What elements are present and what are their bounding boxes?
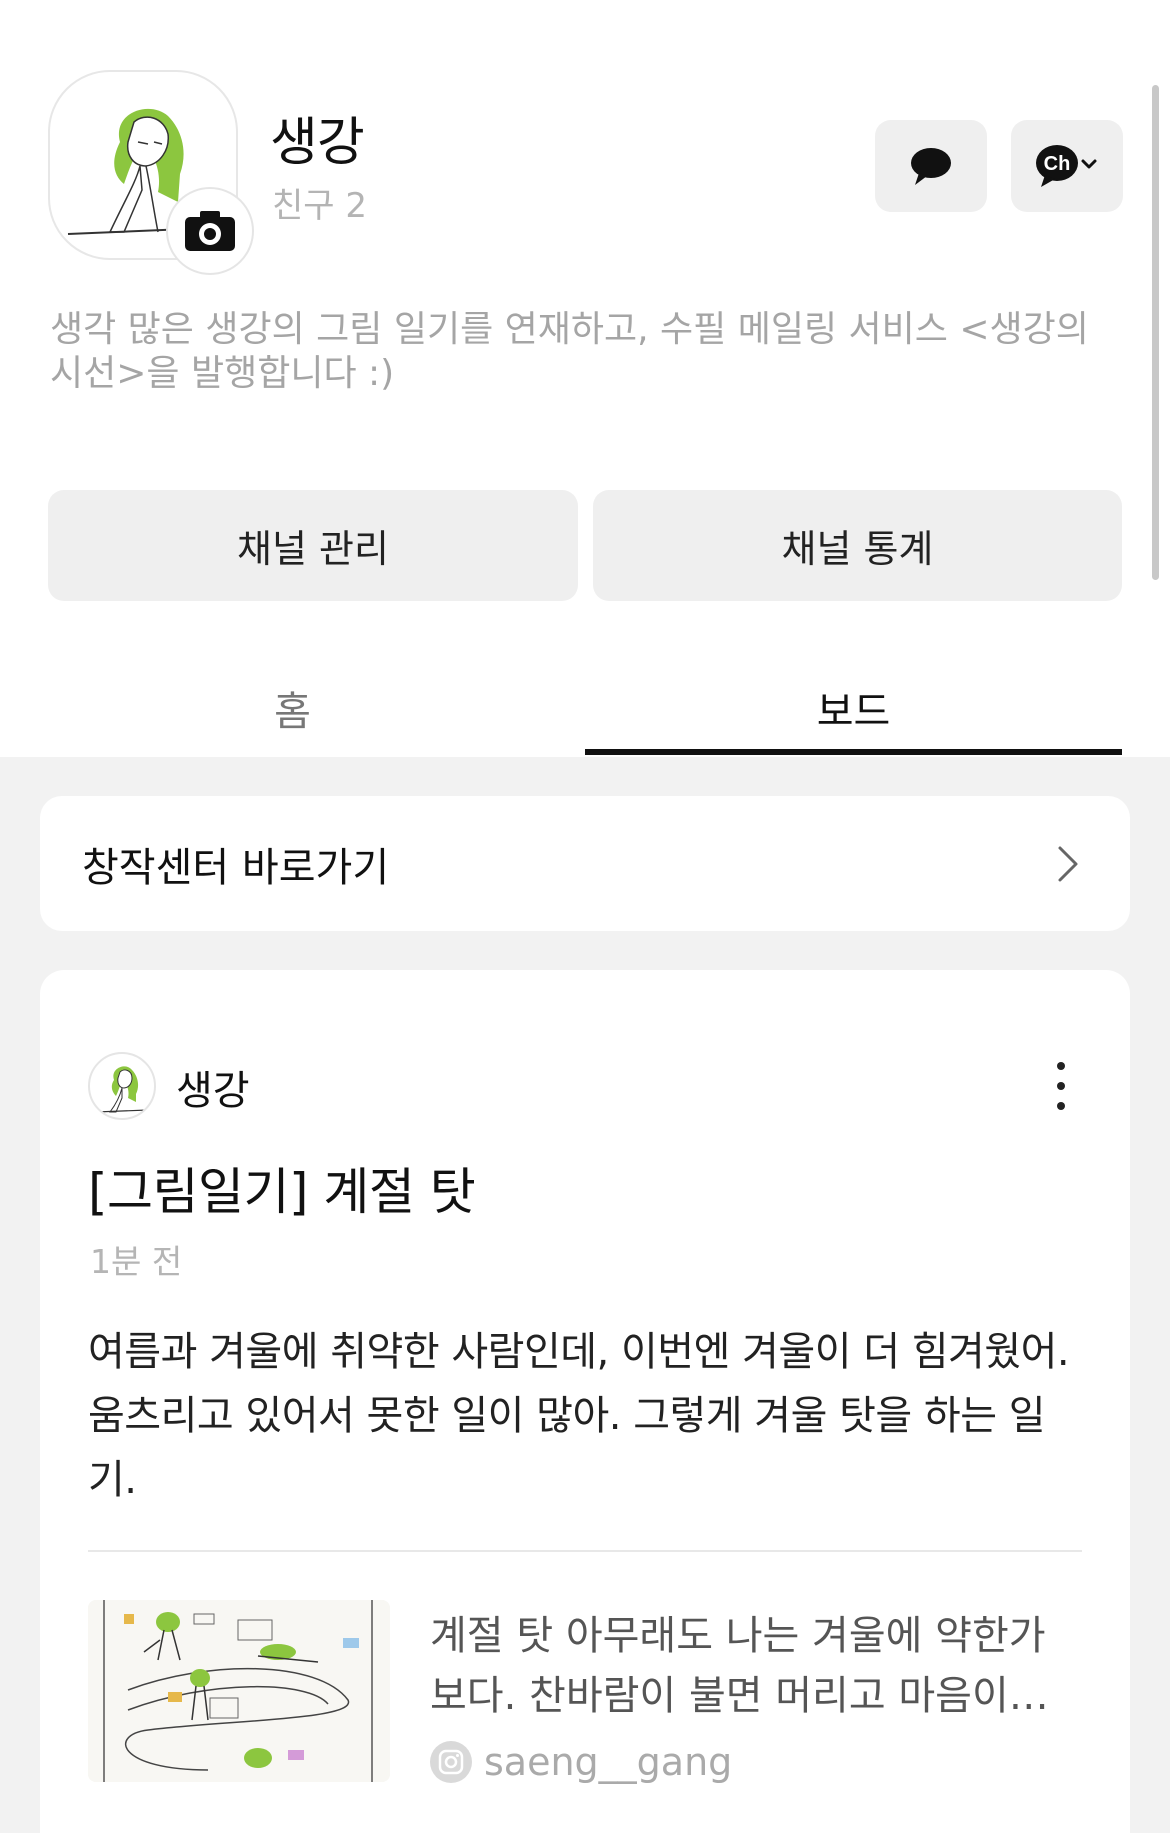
link-preview-line-2: 보다. 찬바람이 불면 머리고 마음이고…	[430, 1673, 1080, 1719]
tab-home[interactable]: 홈	[0, 660, 585, 755]
link-thumbnail[interactable]	[88, 1600, 390, 1782]
channel-stats-button[interactable]: 채널 통계	[593, 490, 1122, 601]
channel-description: 생각 많은 생강의 그림 일기를 연재하고, 수필 메일링 서비스 <생강의 시…	[50, 309, 1089, 394]
board-content: 창작센터 바로가기 생강 [그림일기] 계절 탓 1분 전 여름과 겨울에 취약…	[0, 757, 1170, 1833]
diary-illustration-image	[88, 1600, 390, 1782]
channel-ch-icon: Ch	[1036, 145, 1097, 187]
camera-button[interactable]	[166, 187, 254, 275]
channel-header: 생강 친구 2 Ch 생각 많은 생강의 그림 일기를 연재하고, 수필 메일링…	[0, 0, 1170, 757]
post-timestamp: 1분 전	[90, 1242, 183, 1281]
scrollbar[interactable]	[1152, 85, 1159, 580]
post-author-name[interactable]: 생강	[176, 1058, 250, 1116]
camera-icon	[185, 211, 235, 251]
more-options-icon[interactable]	[1050, 1062, 1072, 1110]
chat-button[interactable]	[875, 120, 987, 212]
active-tab-indicator	[585, 749, 1122, 755]
chevron-right-icon	[1058, 846, 1078, 881]
creator-center-label: 창작센터 바로가기	[82, 844, 390, 891]
creator-center-link[interactable]: 창작센터 바로가기	[40, 796, 1130, 931]
link-source-name: saeng__gang	[484, 1740, 733, 1784]
illustrated-avatar-icon	[95, 1066, 149, 1113]
chevron-down-icon	[1081, 159, 1097, 169]
divider	[88, 1550, 1082, 1552]
instagram-icon	[430, 1741, 472, 1783]
channel-manage-button[interactable]: 채널 관리	[48, 490, 578, 601]
post-title[interactable]: [그림일기] 계절 탓	[88, 1152, 476, 1224]
post-author-avatar[interactable]	[88, 1052, 156, 1120]
link-source[interactable]: saeng__gang	[430, 1740, 732, 1784]
link-preview-line-1: 계절 탓 아무래도 나는 겨울에 약한가	[430, 1613, 1046, 1659]
tab-board[interactable]: 보드	[585, 660, 1122, 755]
chat-bubble-icon	[911, 148, 951, 185]
channel-name: 생강	[270, 113, 365, 173]
channel-ch-label: Ch	[1044, 153, 1071, 175]
link-preview-text[interactable]: 계절 탓 아무래도 나는 겨울에 약한가 보다. 찬바람이 불면 머리고 마음이…	[430, 1606, 1080, 1726]
post-body: 여름과 겨울에 취약한 사람인데, 이번엔 겨울이 더 힘겨웠어. 움츠리고 있…	[88, 1329, 1070, 1503]
friend-count[interactable]: 친구 2	[272, 178, 367, 227]
channel-menu-button[interactable]: Ch	[1011, 120, 1123, 212]
post-card[interactable]: 생강 [그림일기] 계절 탓 1분 전 여름과 겨울에 취약한 사람인데, 이번…	[40, 970, 1130, 1833]
